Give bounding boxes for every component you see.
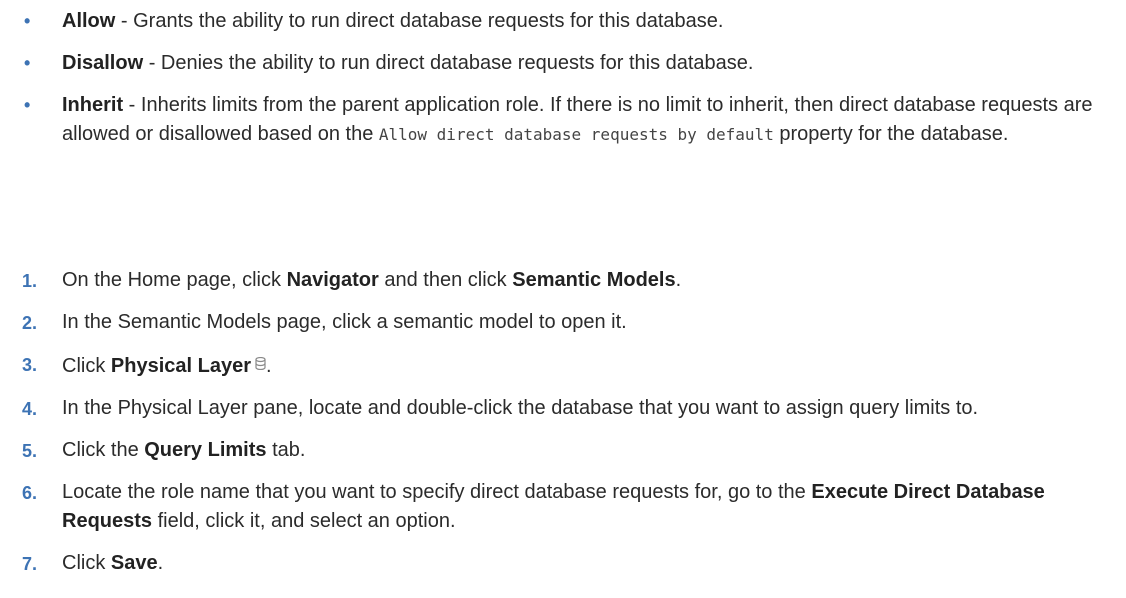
bullet-marker: •	[24, 53, 31, 73]
ui-term-navigator: Navigator	[286, 269, 379, 291]
option-bullet-list: • Allow - Grants the ability to run dire…	[0, 7, 1126, 162]
step-number: 4.	[22, 399, 38, 419]
procedure-step-list: 1. On the Home page, click Navigator and…	[0, 266, 1126, 591]
step-text: On the Home page, click	[62, 269, 287, 291]
step-text: .	[157, 552, 164, 574]
step-item: 6. Locate the role name that you want to…	[0, 478, 1126, 536]
step-text: .	[675, 269, 682, 291]
bullet-text: - Denies the ability to run direct datab…	[143, 52, 754, 74]
step-text: Click	[62, 355, 111, 377]
bullet-term: Disallow	[62, 52, 144, 74]
ui-term-save: Save	[110, 552, 158, 574]
bullet-marker: •	[24, 95, 31, 115]
bullet-item-allow: • Allow - Grants the ability to run dire…	[0, 7, 1126, 36]
step-text: Click the	[62, 439, 145, 461]
step-number: 6.	[22, 483, 38, 503]
bullet-term: Inherit	[62, 94, 124, 116]
step-text: Locate the role name that you want to sp…	[62, 481, 812, 503]
bullet-item-inherit: • Inherit - Inherits limits from the par…	[0, 91, 1126, 149]
property-code: Allow direct database requests by defaul…	[378, 125, 774, 144]
ui-term-query-limits: Query Limits	[144, 439, 267, 461]
step-item: 7. Click Save.	[0, 549, 1126, 578]
step-text: Click	[62, 552, 111, 574]
step-text: In the Semantic Models page, click a sem…	[62, 311, 627, 333]
step-item: 5. Click the Query Limits tab.	[0, 436, 1126, 465]
document-body: • Allow - Grants the ability to run dire…	[0, 0, 1126, 598]
step-text: and then click	[378, 269, 513, 291]
step-number: 5.	[22, 441, 38, 461]
bullet-text: property for the database.	[773, 123, 1009, 145]
ui-term-semantic-models: Semantic Models	[512, 269, 676, 291]
bullet-term: Allow	[62, 10, 116, 32]
step-text: field, click it, and select an option.	[152, 510, 456, 532]
step-number: 2.	[22, 313, 38, 333]
bullet-marker: •	[24, 11, 31, 31]
bullet-text: - Grants the ability to run direct datab…	[115, 10, 724, 32]
step-item: 2. In the Semantic Models page, click a …	[0, 308, 1126, 337]
bullet-item-disallow: • Disallow - Denies the ability to run d…	[0, 49, 1126, 78]
step-item: 1. On the Home page, click Navigator and…	[0, 266, 1126, 295]
ui-term-physical-layer: Physical Layer	[110, 355, 251, 377]
step-number: 3.	[22, 355, 38, 375]
step-text: In the Physical Layer pane, locate and d…	[62, 397, 979, 419]
step-number: 7.	[22, 554, 38, 574]
step-item: 4. In the Physical Layer pane, locate an…	[0, 394, 1126, 423]
step-text: .	[265, 355, 272, 377]
step-number: 1.	[22, 271, 38, 291]
database-icon	[255, 350, 266, 371]
step-item: 3. Click Physical Layer.	[0, 350, 1126, 381]
step-text: tab.	[266, 439, 306, 461]
